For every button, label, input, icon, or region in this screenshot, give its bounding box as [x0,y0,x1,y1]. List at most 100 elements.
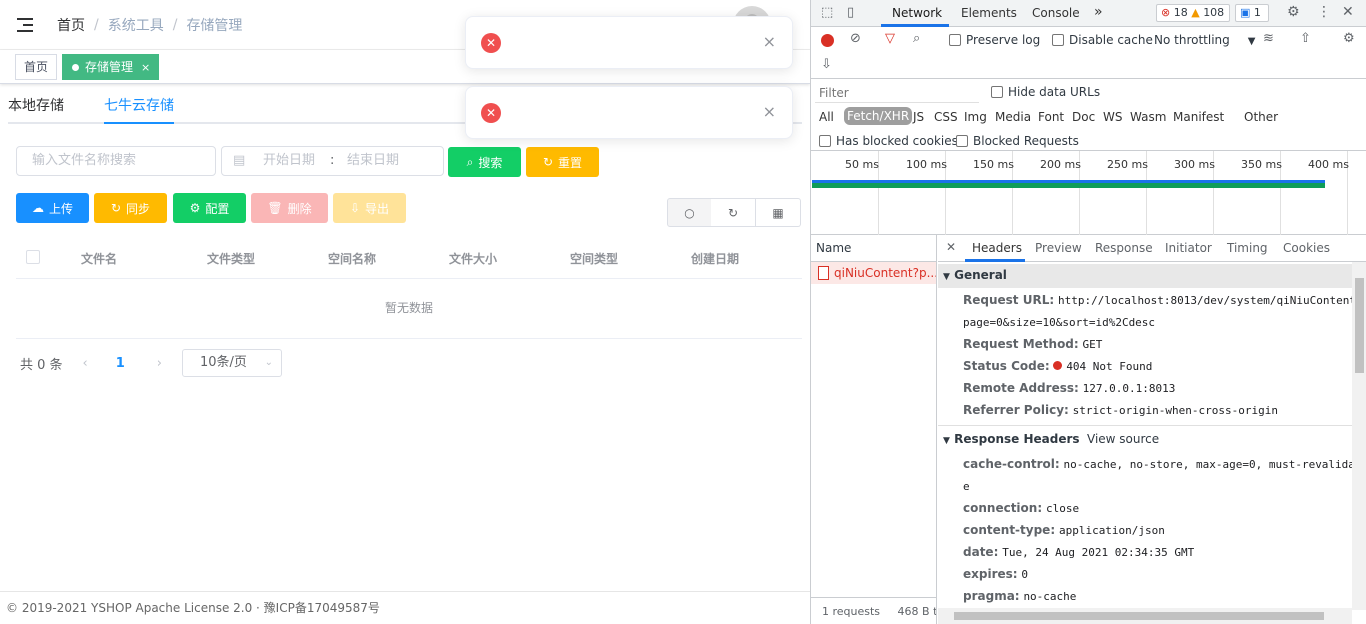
filter-css[interactable]: CSS [934,110,958,124]
request-list: Name qiNiuContent?p... 1 requests 468 B … [811,235,937,624]
response-headers-section-header[interactable]: ▼ Response Headers View source [938,428,1352,452]
vertical-scrollbar[interactable] [1352,262,1366,610]
error-icon: ✕ [481,33,501,53]
error-notification: ✕ × [465,86,793,139]
filter-input[interactable]: Filter [815,83,979,103]
page-number[interactable]: 1 [116,356,125,371]
tab-network[interactable]: Network [892,6,942,20]
column-header: 空间名称 [328,252,377,266]
export-button[interactable]: ⇩ 导出 [333,193,406,223]
close-icon[interactable]: × [141,61,150,74]
tag-home[interactable]: 首页 [15,54,58,80]
triangle-down-icon: ▼ [943,436,950,446]
tab-headers[interactable]: Headers [972,241,1022,255]
grid-icon: ▦ [772,205,784,220]
timeline-tick-label: 50 ms [845,158,879,171]
sync-button[interactable]: ↻ 同步 [94,193,167,223]
hamburger-icon[interactable] [17,17,35,33]
tag-storage[interactable]: 存储管理 × [62,54,160,80]
filter-doc[interactable]: Doc [1072,110,1095,124]
page-size-select[interactable]: 10条/页 ⌄ [182,349,282,377]
filter-wasm[interactable]: Wasm [1130,110,1166,124]
header-row: date: Tue, 24 Aug 2021 02:34:35 GMT [963,545,1195,559]
general-section-header[interactable]: ▼ General [938,264,1352,288]
filter-fetch-xhr[interactable]: Fetch/XHR [844,107,913,125]
filter-manifest[interactable]: Manifest [1173,110,1224,124]
request-row[interactable]: qiNiuContent?p... [811,262,936,284]
horizontal-scrollbar[interactable] [938,608,1352,624]
tab-preview[interactable]: Preview [1035,241,1082,255]
tab-initiator[interactable]: Initiator [1165,241,1212,255]
tab-cookies[interactable]: Cookies [1283,241,1330,255]
upload-icon: ☁ [31,201,44,215]
column-header: 空间类型 [570,252,619,266]
tab-qiniu-storage[interactable]: 七牛云存储 [104,95,174,115]
breadcrumb-item-home[interactable]: 首页 [57,15,85,35]
tab-elements[interactable]: Elements [961,6,1017,20]
issues-badge[interactable]: ⊗ 18 ▲ 108 [1156,4,1230,22]
filter-media[interactable]: Media [995,110,1031,124]
status-dot-icon [1053,361,1063,370]
filename-search-input[interactable]: 输入文件名称搜索 [16,146,216,176]
more-tabs-button[interactable]: » [1094,4,1103,20]
disable-cache-checkbox[interactable]: Disable cache [1052,33,1153,47]
upload-icon[interactable]: ⇧ [1300,31,1311,46]
message-icon: ▣ [1240,6,1251,19]
close-icon[interactable]: ✕ [946,240,956,254]
network-conditions-icon[interactable]: ≋ [1263,31,1274,46]
filter-img[interactable]: Img [964,110,987,124]
end-date-input[interactable]: 结束日期 [347,147,399,175]
timeline-tick-label: 200 ms [1040,158,1081,171]
preserve-log-checkbox[interactable]: Preserve log [949,33,1040,47]
download-icon[interactable]: ⇩ [821,57,832,72]
filter-icon[interactable]: ▽ [885,31,895,46]
refresh-icon: ↻ [727,205,739,220]
timeline-tick-label: 250 ms [1107,158,1148,171]
filter-font[interactable]: Font [1038,110,1064,124]
next-page-button[interactable]: › [157,356,162,371]
clear-icon[interactable]: ⊘ [850,31,861,46]
tab-console[interactable]: Console [1032,6,1080,20]
view-source-link[interactable]: View source [1087,428,1159,450]
empty-text: 暂无数据 [16,279,802,339]
warning-icon: ▲ [1191,6,1200,19]
device-toolbar-icon[interactable]: ▯ [847,5,854,20]
close-icon[interactable]: × [763,32,776,51]
toggle-search-button[interactable]: ○ [667,198,712,227]
filter-other[interactable]: Other [1244,110,1278,124]
close-icon[interactable]: ✕ [1342,4,1354,20]
close-icon[interactable]: × [763,102,776,121]
date-range-picker[interactable]: ▤ 开始日期 : 结束日期 [221,146,444,176]
gear-icon[interactable]: ⚙ [1343,31,1355,46]
messages-badge[interactable]: ▣ 1 [1235,4,1269,22]
select-all-checkbox[interactable] [26,250,40,264]
tab-timing[interactable]: Timing [1227,241,1268,255]
columns-button[interactable]: ▦ [756,198,801,227]
search-icon[interactable]: ⌕ [913,31,920,46]
config-button[interactable]: ⚙ 配置 [173,193,246,223]
throttling-select[interactable]: No throttling ▼ [1154,33,1255,47]
inspect-icon[interactable]: ⬚ [821,5,833,20]
search-button[interactable]: ⌕ 搜索 [448,147,521,177]
timeline-tick-label: 150 ms [973,158,1014,171]
filter-js[interactable]: JS [913,110,924,124]
blocked-requests-checkbox[interactable]: Blocked Requests [956,134,1079,148]
upload-button[interactable]: ☁ 上传 [16,193,89,223]
record-icon[interactable] [821,34,834,47]
tab-local-storage[interactable]: 本地存储 [8,95,64,115]
kebab-menu-icon[interactable]: ⋮ [1317,4,1331,20]
header-row: connection: close [963,501,1080,515]
has-blocked-cookies-checkbox[interactable]: Has blocked cookies [819,134,958,148]
filter-ws[interactable]: WS [1103,110,1122,124]
breadcrumb-item-system-tools: 系统工具 [107,17,164,34]
tab-response[interactable]: Response [1095,241,1153,255]
prev-page-button[interactable]: ‹ [83,356,88,371]
reset-button[interactable]: ↻ 重置 [526,147,599,177]
refresh-button[interactable]: ↻ [711,198,756,227]
hide-data-urls-checkbox[interactable]: Hide data URLs [991,85,1100,99]
gear-icon[interactable]: ⚙ [1287,4,1300,20]
header-row: pragma: no-cache [963,589,1077,603]
start-date-input[interactable]: 开始日期 [263,147,315,175]
filter-all[interactable]: All [819,110,834,124]
delete-button[interactable]: 🗑 删除 [251,193,328,223]
